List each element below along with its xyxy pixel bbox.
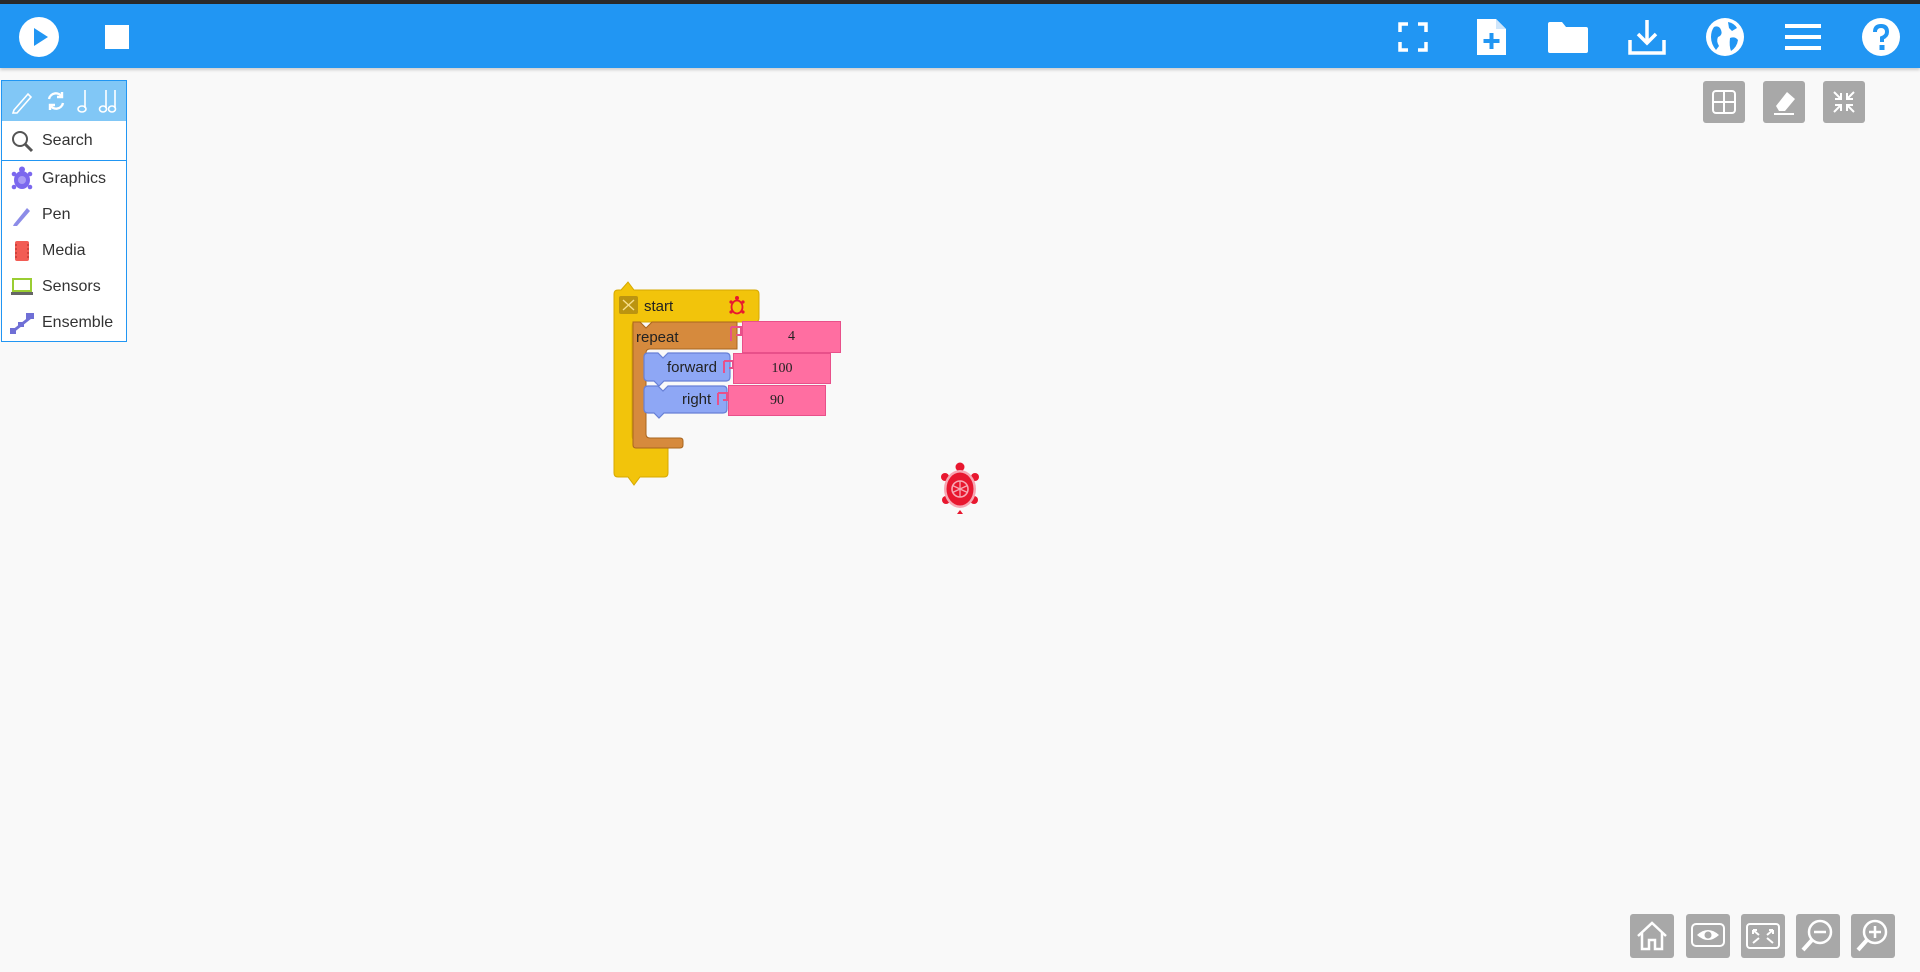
forward-label: forward <box>667 359 718 376</box>
start-label: start <box>644 298 674 315</box>
turtle-sprite-icon[interactable] <box>940 462 980 514</box>
right-angle-input[interactable]: 90 <box>728 385 826 416</box>
right-label: right <box>682 391 712 408</box>
forward-distance-input[interactable]: 100 <box>733 353 831 384</box>
repeat-label: repeat <box>636 329 679 346</box>
repeat-count-input[interactable]: 4 <box>742 321 841 353</box>
